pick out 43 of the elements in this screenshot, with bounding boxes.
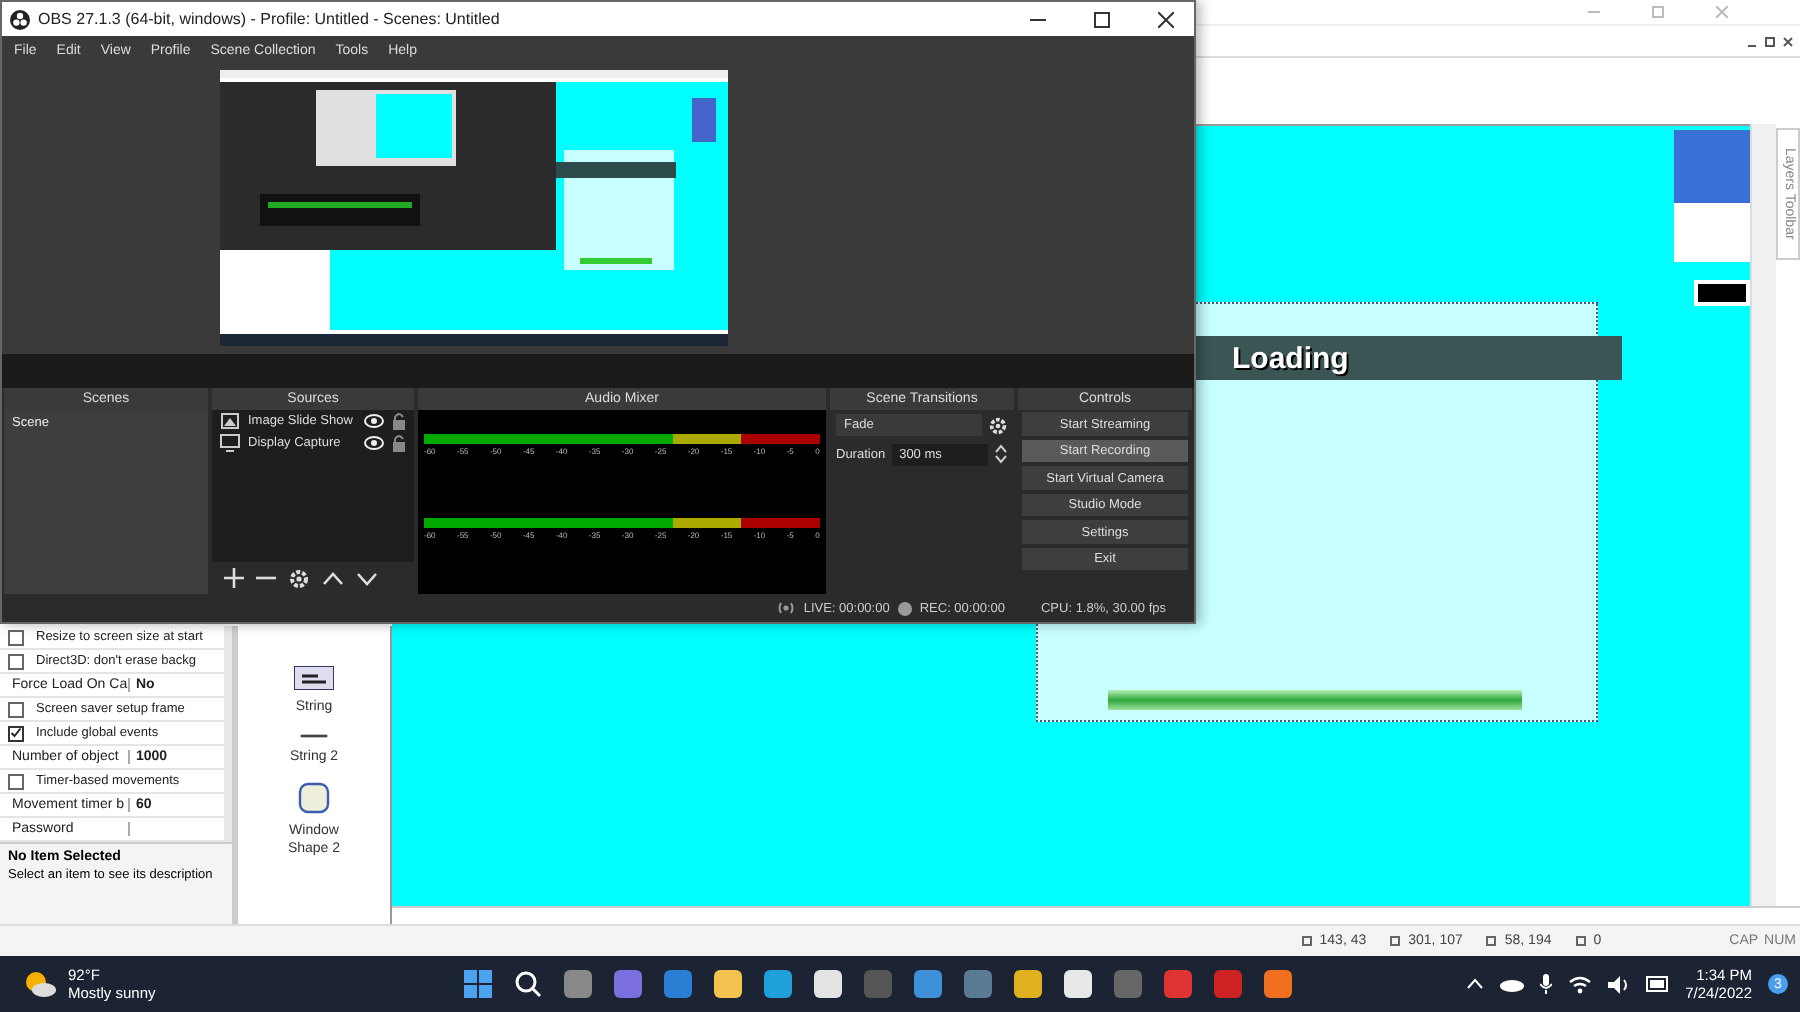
speaker-icon[interactable] (1607, 975, 1630, 993)
checkbox[interactable] (8, 629, 24, 645)
chevron-up-icon[interactable] (322, 571, 344, 586)
restore-icon[interactable] (1764, 35, 1776, 47)
microphone-icon[interactable] (1539, 974, 1552, 994)
search-icon[interactable] (514, 970, 542, 998)
record-icon (897, 601, 912, 616)
text-object-icon[interactable] (294, 666, 334, 690)
battery-icon[interactable] (1645, 976, 1670, 992)
monitor-icon (220, 434, 240, 453)
windows-logo-icon[interactable] (464, 970, 492, 998)
maximize-icon[interactable] (1094, 11, 1110, 28)
cursor-icon (1301, 936, 1312, 946)
cloud-icon[interactable] (1499, 976, 1524, 992)
cursor-icon (1575, 936, 1586, 946)
eye-icon[interactable] (364, 414, 384, 429)
cursor-icon (1390, 936, 1401, 946)
weather-icon[interactable] (24, 970, 56, 998)
close-icon[interactable] (1158, 11, 1174, 28)
chevron-down-icon[interactable] (356, 571, 378, 586)
checkbox[interactable] (8, 653, 24, 669)
add-icon[interactable] (224, 568, 244, 589)
checkbox[interactable] (8, 773, 24, 789)
eye-icon[interactable] (364, 436, 384, 451)
close-icon[interactable] (1782, 35, 1794, 47)
app-logo-icon (10, 9, 30, 30)
lock-icon[interactable] (392, 412, 406, 431)
images-icon (220, 412, 240, 431)
settings-icon[interactable] (288, 567, 310, 590)
loading-text: Loading (1232, 341, 1349, 375)
panel-graphic (1694, 280, 1750, 306)
broadcast-icon (775, 600, 796, 617)
window-shape-icon[interactable] (298, 782, 330, 814)
spinner-icon[interactable] (994, 442, 1008, 467)
line-object-icon[interactable] (300, 732, 328, 740)
checkbox[interactable] (8, 701, 24, 717)
lock-icon[interactable] (392, 434, 406, 453)
settings-icon[interactable] (988, 415, 1008, 436)
scroll-bar[interactable] (1750, 124, 1776, 907)
wifi-icon[interactable] (1567, 975, 1592, 993)
window-title: OBS 27.1.3 (64-bit, windows) - Profile: Untitled - Scenes: Untitled (38, 10, 502, 29)
checkbox[interactable] (8, 725, 24, 741)
cursor-icon (1486, 936, 1497, 946)
